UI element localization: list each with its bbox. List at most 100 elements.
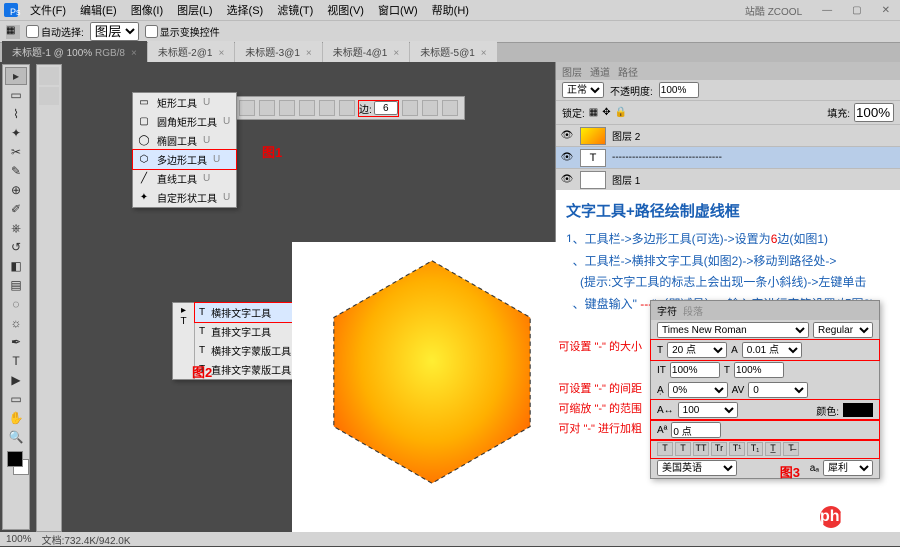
doc-tab-1[interactable]: 未标题-1 @ 100% RGB/8× bbox=[2, 41, 147, 62]
sides-input[interactable] bbox=[374, 101, 398, 115]
allcaps-toggle[interactable]: TT bbox=[693, 442, 709, 456]
shape-ellipse-icon[interactable] bbox=[279, 100, 295, 116]
bold-toggle[interactable]: T bbox=[657, 442, 673, 456]
menu-view[interactable]: 视图(V) bbox=[321, 0, 370, 20]
doc-tab-4[interactable]: 未标题-4@1× bbox=[323, 41, 409, 62]
shape-combine-1[interactable] bbox=[402, 100, 418, 116]
type-tool[interactable]: T bbox=[5, 352, 27, 370]
strike-toggle[interactable]: T̶ bbox=[783, 442, 799, 456]
maximize-icon[interactable]: ▢ bbox=[846, 3, 867, 18]
eyedropper-tool[interactable]: ✎ bbox=[5, 162, 27, 180]
font-family-select[interactable]: Times New Roman bbox=[657, 322, 809, 338]
superscript-toggle[interactable]: T¹ bbox=[729, 442, 745, 456]
tab-character[interactable]: 字符 bbox=[657, 303, 677, 318]
show-transform-check[interactable]: 显示变换控件 bbox=[145, 24, 220, 39]
visibility-icon[interactable]: 👁 bbox=[560, 152, 574, 163]
lock-position-icon[interactable]: ✥ bbox=[602, 107, 610, 118]
menu-edit[interactable]: 编辑(E) bbox=[74, 0, 123, 20]
layer-row[interactable]: 👁 T --------------------------------- bbox=[556, 146, 900, 168]
doc-tab-3[interactable]: 未标题-3@1× bbox=[235, 41, 321, 62]
opacity-input[interactable] bbox=[659, 82, 699, 98]
tab-paths[interactable]: 路径 bbox=[618, 64, 638, 79]
history-brush-tool[interactable]: ↺ bbox=[5, 238, 27, 256]
tab-channels[interactable]: 通道 bbox=[590, 64, 610, 79]
menu-layer[interactable]: 图层(L) bbox=[171, 0, 218, 20]
tool-ellipse[interactable]: ◯椭圆工具U bbox=[133, 131, 236, 150]
zoom-tool[interactable]: 🔍 bbox=[5, 428, 27, 446]
blur-tool[interactable]: ◌ bbox=[5, 295, 27, 313]
tool-polygon[interactable]: ⬡多边形工具U bbox=[133, 150, 236, 169]
tool-rounded-rect[interactable]: ▢圆角矩形工具U bbox=[133, 112, 236, 131]
move-tool[interactable]: ▸ bbox=[5, 67, 27, 85]
crop-tool[interactable]: ✂ bbox=[5, 143, 27, 161]
shape-line-icon[interactable] bbox=[319, 100, 335, 116]
dodge-tool[interactable]: ☼ bbox=[5, 314, 27, 332]
language-select[interactable]: 美国英语 bbox=[657, 460, 737, 476]
tab-layers[interactable]: 图层 bbox=[562, 64, 582, 79]
layer-row[interactable]: 👁 图层 2 bbox=[556, 124, 900, 146]
layer-row[interactable]: 👁 图层 1 bbox=[556, 168, 900, 190]
lasso-tool[interactable]: ⌇ bbox=[5, 105, 27, 123]
minimize-icon[interactable]: — bbox=[816, 3, 838, 18]
pen-tool[interactable]: ✒ bbox=[5, 333, 27, 351]
shape-rect-icon[interactable] bbox=[239, 100, 255, 116]
fill-input[interactable] bbox=[854, 103, 894, 122]
shape-rrect-icon[interactable] bbox=[259, 100, 275, 116]
underline-toggle[interactable]: T̲ bbox=[765, 442, 781, 456]
menu-image[interactable]: 图像(I) bbox=[125, 0, 169, 20]
shape-tool[interactable]: ▭ bbox=[5, 390, 27, 408]
color-swatches[interactable] bbox=[5, 451, 27, 479]
path-select-tool[interactable]: ▶ bbox=[5, 371, 27, 389]
close-icon[interactable]: ✕ bbox=[876, 3, 896, 18]
font-size-select[interactable]: 20 点 bbox=[667, 342, 727, 358]
text-color-swatch[interactable] bbox=[843, 403, 873, 417]
tool-custom-shape[interactable]: ✦自定形状工具U bbox=[133, 188, 236, 207]
menu-help[interactable]: 帮助(H) bbox=[426, 0, 475, 20]
auto-select-target[interactable]: 图层 bbox=[90, 22, 139, 41]
wand-tool[interactable]: ✦ bbox=[5, 124, 27, 142]
mini-btn-2[interactable] bbox=[39, 87, 59, 105]
stamp-tool[interactable]: ⎈ bbox=[5, 219, 27, 237]
menu-file[interactable]: 文件(F) bbox=[24, 0, 72, 20]
kerning-select[interactable]: 0% bbox=[668, 382, 728, 398]
subscript-toggle[interactable]: T₁ bbox=[747, 442, 763, 456]
mini-btn-1[interactable] bbox=[39, 67, 59, 85]
brush-tool[interactable]: ✐ bbox=[5, 200, 27, 218]
tracking-select[interactable]: 100 bbox=[678, 402, 738, 418]
hscale-input[interactable] bbox=[734, 362, 784, 378]
leading-select[interactable]: 0.01 点 bbox=[742, 342, 802, 358]
visibility-icon[interactable]: 👁 bbox=[560, 130, 574, 141]
auto-select-check[interactable]: 自动选择: bbox=[26, 24, 84, 39]
shape-combine-2[interactable] bbox=[422, 100, 438, 116]
menu-window[interactable]: 窗口(W) bbox=[372, 0, 424, 20]
vscale-input[interactable] bbox=[670, 362, 720, 378]
doc-tab-2[interactable]: 未标题-2@1× bbox=[148, 41, 234, 62]
lock-pixels-icon[interactable]: ▦ bbox=[589, 107, 598, 118]
shape-combine-3[interactable] bbox=[442, 100, 458, 116]
hand-tool[interactable]: ✋ bbox=[5, 409, 27, 427]
shape-custom-icon[interactable] bbox=[339, 100, 355, 116]
font-style-select[interactable]: Regular bbox=[813, 322, 873, 338]
zoom-level[interactable]: 100% bbox=[6, 534, 32, 545]
tool-line[interactable]: ╱直线工具U bbox=[133, 169, 236, 188]
lock-all-icon[interactable]: 🔒 bbox=[615, 107, 627, 118]
blend-mode-select[interactable]: 正常 bbox=[562, 82, 604, 98]
menu-select[interactable]: 选择(S) bbox=[221, 0, 270, 20]
marquee-tool[interactable]: ▭ bbox=[5, 86, 27, 104]
tool-rectangle[interactable]: ▭矩形工具U bbox=[133, 93, 236, 112]
shape-polygon-icon[interactable] bbox=[299, 100, 315, 116]
heal-tool[interactable]: ⊕ bbox=[5, 181, 27, 199]
metrics-select[interactable]: 0 bbox=[748, 382, 808, 398]
italic-toggle[interactable]: T bbox=[675, 442, 691, 456]
antialias-select[interactable]: 犀利 bbox=[823, 460, 873, 476]
gradient-tool[interactable]: ▤ bbox=[5, 276, 27, 294]
document-canvas[interactable] bbox=[292, 242, 572, 542]
smallcaps-toggle[interactable]: Tr bbox=[711, 442, 727, 456]
menu-filter[interactable]: 滤镜(T) bbox=[271, 0, 319, 20]
baseline-input[interactable] bbox=[671, 422, 721, 438]
close-tab-icon[interactable]: × bbox=[131, 48, 137, 59]
doc-tab-5[interactable]: 未标题-5@1× bbox=[410, 41, 496, 62]
visibility-icon[interactable]: 👁 bbox=[560, 174, 574, 185]
tab-paragraph[interactable]: 段落 bbox=[683, 303, 703, 318]
eraser-tool[interactable]: ◧ bbox=[5, 257, 27, 275]
